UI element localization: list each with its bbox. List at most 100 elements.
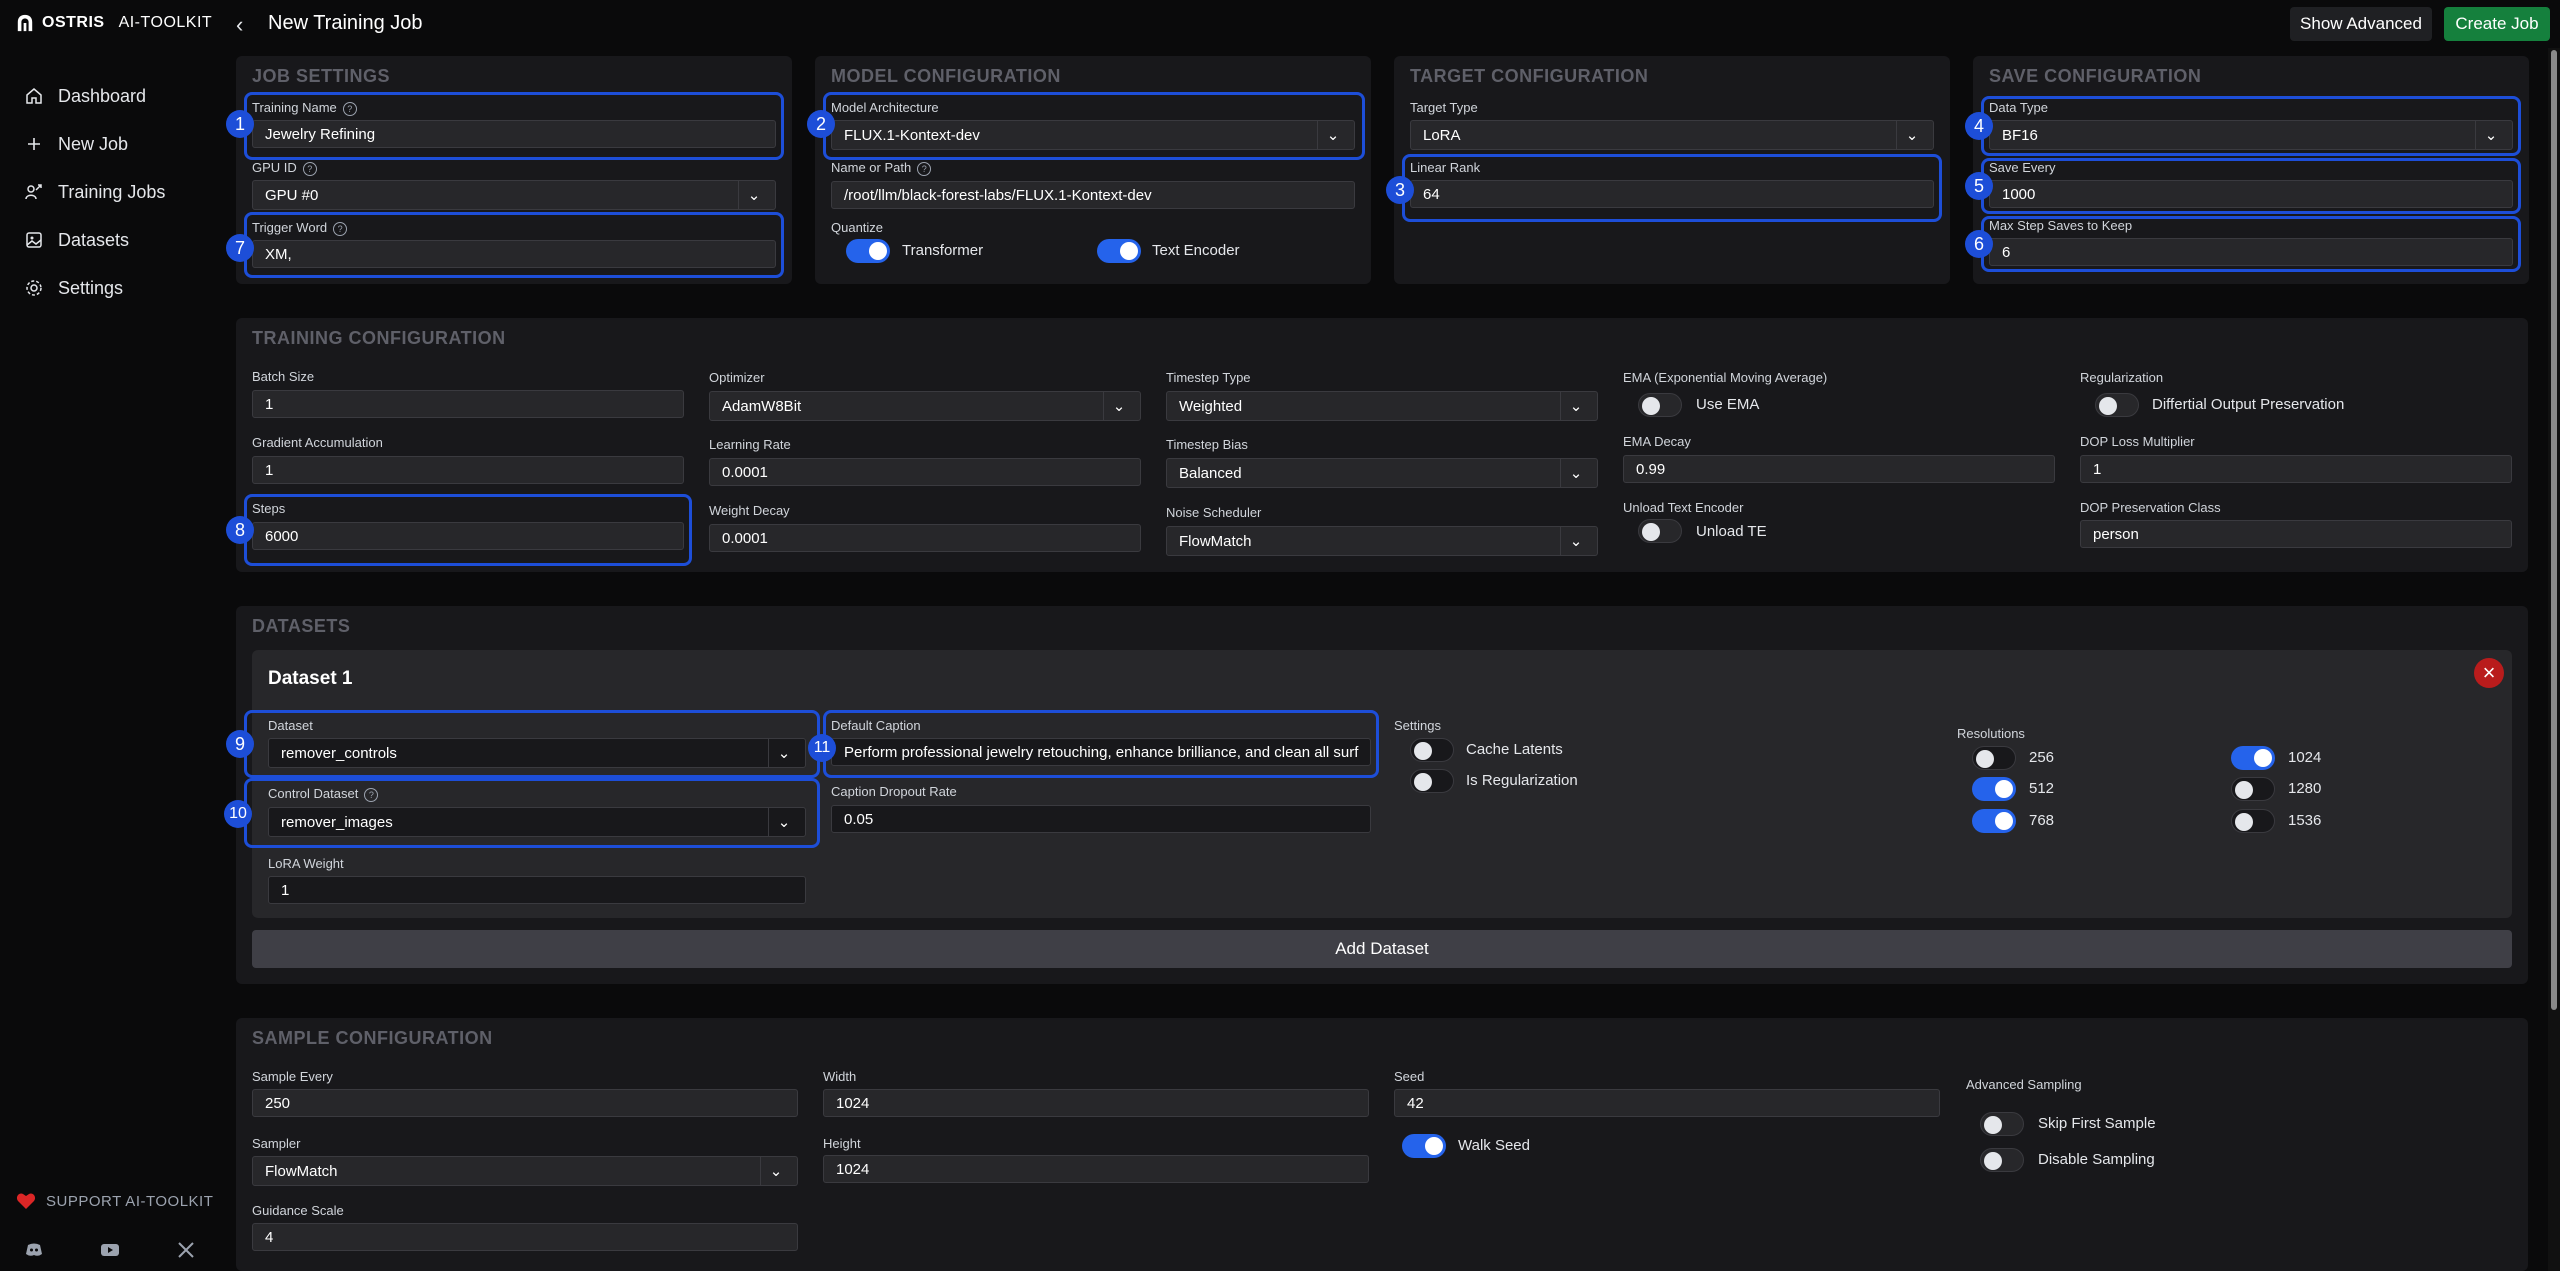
cache-latents-label: Cache Latents [1466,741,1563,758]
timestep-type-select[interactable]: Weighted ⌄ [1166,391,1598,421]
help-icon[interactable]: ? [917,161,932,176]
optimizer-value: AdamW8Bit [722,397,802,415]
support-link[interactable]: SUPPORT AI-TOOLKIT [16,1192,213,1210]
gpu-id-value: GPU #0 [265,186,319,204]
sidebar-item-label: Datasets [58,229,130,250]
sidebar-item-datasets[interactable]: Datasets [24,216,165,264]
back-chevron-icon[interactable]: ‹ [236,12,243,38]
width-input[interactable]: 1024 [823,1089,1369,1117]
help-icon[interactable]: ? [302,161,317,176]
gpu-id-select[interactable]: GPU #0 ⌄ [252,180,776,210]
plus-icon [28,138,40,150]
sidebar-item-new-job[interactable]: New Job [24,120,165,168]
res-1280-toggle[interactable] [2231,777,2275,801]
res-1024-label: 1024 [2288,749,2322,766]
training-config-title: TRAINING CONFIGURATION [252,328,506,348]
unload-te-toggle[interactable] [1638,519,1682,543]
marker-badge: 6 [1965,230,1993,258]
model-path-input[interactable]: /root/llm/black-forest-labs/FLUX.1-Konte… [831,181,1355,209]
skip-first-sample-toggle[interactable] [1980,1112,2024,1136]
x-icon[interactable] [176,1240,196,1260]
create-job-button[interactable]: Create Job [2444,7,2550,41]
use-ema-toggle[interactable] [1638,393,1682,417]
unload-te-value-label: Unload TE [1696,523,1767,540]
text-encoder-toggle[interactable] [1097,239,1141,263]
lora-weight-label: LoRA Weight [268,856,344,871]
res-256-toggle[interactable] [1972,746,2016,770]
dop-multiplier-input[interactable]: 1 [2080,455,2512,483]
sidebar-item-label: Dashboard [58,85,147,106]
res-1024-toggle[interactable] [2231,746,2275,770]
dataset-1-title: Dataset 1 [268,668,353,689]
height-input[interactable]: 1024 [823,1155,1369,1183]
remove-dataset-button[interactable]: × [2474,658,2504,688]
timestep-bias-value: Balanced [1179,464,1242,482]
width-label: Width [823,1069,857,1084]
res-256-label: 256 [2029,749,2055,766]
sidebar-nav: Dashboard New Job Training Jobs Datasets… [24,72,165,312]
target-type-select[interactable]: LoRA ⌄ [1410,120,1934,150]
dop-toggle[interactable] [2095,393,2139,417]
highlight-box [244,212,784,278]
sidebar-item-dashboard[interactable]: Dashboard [24,72,165,120]
highlight-box [823,710,1379,778]
home-icon [26,88,42,104]
logo[interactable]: OSTRIS AI-TOOLKIT [16,14,212,32]
res-512-toggle[interactable] [1972,777,2016,801]
dop-label: Differtial Output Preservation [2152,396,2345,413]
lora-weight-input[interactable]: 1 [268,876,806,904]
highlight-box [244,710,820,778]
use-ema-label: Use EMA [1696,396,1760,413]
discord-icon[interactable] [24,1240,44,1260]
noise-scheduler-label: Noise Scheduler [1166,505,1262,520]
close-icon: × [2482,660,2496,685]
page-title: New Training Job [268,12,423,34]
marker-badge: 9 [226,730,254,758]
is-regularization-toggle[interactable] [1410,769,1454,793]
sidebar-item-label: Training Jobs [58,181,166,202]
highlight-box [1402,154,1942,222]
res-1536-toggle[interactable] [2231,809,2275,833]
guidance-scale-input[interactable]: 4 [252,1223,798,1251]
advanced-sampling-label: Advanced Sampling [1966,1077,2082,1092]
chevron-down-icon: ⌄ [1103,392,1134,420]
marker-badge: 7 [226,234,254,262]
highlight-box [1981,96,2521,156]
seed-input[interactable]: 42 [1394,1089,1940,1117]
add-dataset-button[interactable]: Add Dataset [252,930,2512,968]
sampler-select[interactable]: FlowMatch ⌄ [252,1156,798,1186]
weight-decay-input[interactable]: 0.0001 [709,524,1141,552]
brand-name: OSTRIS [42,14,105,31]
cache-latents-toggle[interactable] [1410,738,1454,762]
res-768-toggle[interactable] [1972,809,2016,833]
walk-seed-toggle[interactable] [1402,1134,1446,1158]
gpu-id-label: GPU ID? [252,160,317,176]
ema-decay-input[interactable]: 0.99 [1623,455,2055,483]
dop-class-input[interactable]: person [2080,520,2512,548]
sample-every-input[interactable]: 250 [252,1089,798,1117]
target-type-value: LoRA [1423,126,1461,144]
dop-class-label: DOP Preservation Class [2080,500,2221,515]
sidebar-item-settings[interactable]: Settings [24,264,165,312]
timestep-bias-select[interactable]: Balanced ⌄ [1166,458,1598,488]
noise-scheduler-select[interactable]: FlowMatch ⌄ [1166,526,1598,556]
res-1280-label: 1280 [2288,780,2322,797]
highlight-box [1981,216,2521,272]
youtube-icon[interactable] [100,1240,120,1260]
batch-size-input[interactable]: 1 [252,390,684,418]
timestep-bias-label: Timestep Bias [1166,437,1248,452]
scrollbar-thumb[interactable] [2551,50,2557,1010]
optimizer-select[interactable]: AdamW8Bit ⌄ [709,391,1141,421]
learning-rate-input[interactable]: 0.0001 [709,458,1141,486]
disable-sampling-toggle[interactable] [1980,1148,2024,1172]
highlight-box [1981,158,2521,214]
show-advanced-button[interactable]: Show Advanced [2290,7,2432,41]
marker-badge: 11 [808,734,836,762]
marker-badge: 4 [1965,112,1993,140]
sidebar-item-training-jobs[interactable]: Training Jobs [24,168,165,216]
grad-accum-input[interactable]: 1 [252,456,684,484]
transformer-toggle[interactable] [846,239,890,263]
weight-decay-label: Weight Decay [709,503,790,518]
highlight-box [244,92,784,160]
caption-dropout-input[interactable]: 0.05 [831,805,1371,833]
